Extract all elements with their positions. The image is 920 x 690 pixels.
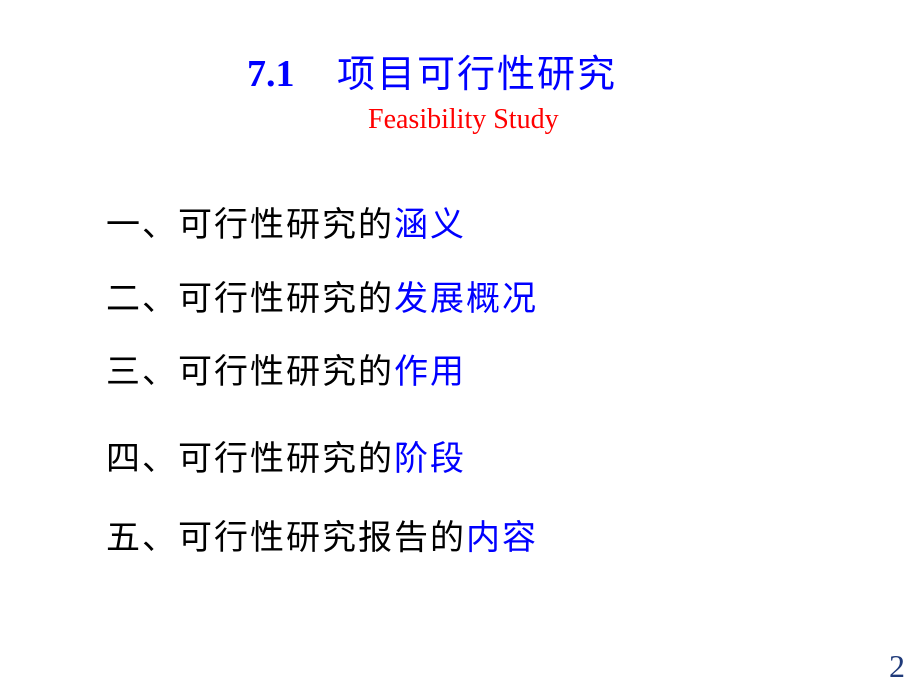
outline-item-highlight: 阶段 bbox=[394, 439, 466, 479]
outline-item: 四、可行性研究的阶段 bbox=[106, 439, 466, 479]
outline-item-prefix: 一、可行性研究的 bbox=[106, 205, 394, 245]
outline-item-highlight: 涵义 bbox=[394, 205, 466, 245]
outline-item-highlight: 内容 bbox=[466, 518, 538, 558]
outline-item-highlight: 作用 bbox=[394, 352, 466, 392]
outline-item-prefix: 四、可行性研究的 bbox=[106, 439, 394, 479]
outline-item-prefix: 三、可行性研究的 bbox=[106, 352, 394, 392]
section-number: 7.1 bbox=[247, 53, 295, 95]
outline-item-prefix: 二、可行性研究的 bbox=[106, 279, 394, 319]
outline-item: 二、可行性研究的发展概况 bbox=[106, 279, 538, 319]
outline-item: 五、可行性研究报告的内容 bbox=[106, 518, 538, 558]
outline-item-highlight: 发展概况 bbox=[394, 279, 538, 319]
outline-item: 一、可行性研究的涵义 bbox=[106, 205, 466, 245]
outline-item: 三、可行性研究的作用 bbox=[106, 352, 466, 392]
slide: 7.1 项目可行性研究 Feasibility Study 一、可行性研究的涵义… bbox=[0, 0, 920, 690]
outline-item-prefix: 五、可行性研究报告的 bbox=[106, 518, 466, 558]
slide-title: 项目可行性研究 bbox=[337, 52, 618, 96]
page-number: 2 bbox=[889, 648, 905, 684]
slide-subtitle: Feasibility Study bbox=[368, 104, 559, 135]
